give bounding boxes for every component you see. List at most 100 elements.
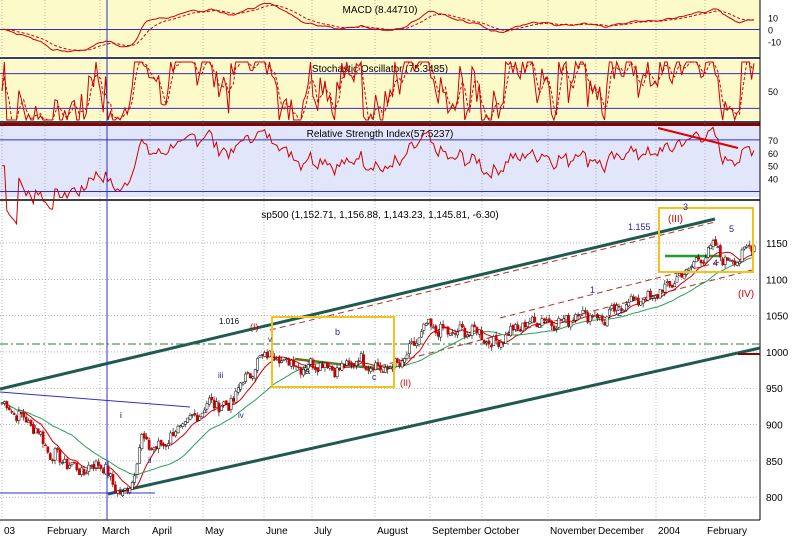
- candle-body: [10, 411, 14, 413]
- wave-label: 5: [729, 224, 734, 234]
- candle-body: [311, 359, 315, 369]
- candle-body: [169, 432, 173, 444]
- candle-body: [109, 473, 112, 477]
- candle-body: [241, 382, 245, 385]
- candle-body: [275, 358, 279, 361]
- candle-body: [77, 468, 81, 475]
- candle-body: [379, 365, 382, 371]
- candle-body: [571, 319, 575, 322]
- candle-body: [668, 280, 672, 287]
- candle-body: [533, 316, 537, 323]
- candle-body: [468, 333, 472, 336]
- candle-body: [596, 314, 599, 319]
- y-tick-label: 1050: [766, 312, 789, 323]
- wave-label: a: [305, 366, 310, 376]
- candle-body: [70, 462, 74, 465]
- candle-body: [547, 318, 551, 322]
- candle-body: [569, 321, 573, 328]
- candle-body: [285, 358, 288, 360]
- wave-label: 1: [590, 285, 595, 295]
- wave-label: iv: [238, 411, 244, 420]
- candle-body: [538, 324, 541, 328]
- candle-body: [65, 459, 69, 470]
- candle-body: [277, 357, 281, 364]
- candle-body: [463, 327, 467, 338]
- candle-body: [280, 360, 284, 363]
- candle-body: [603, 322, 607, 326]
- candle-body: [557, 317, 561, 328]
- candle-body: [673, 283, 676, 287]
- candle-body: [85, 472, 88, 475]
- candle-body: [383, 367, 387, 373]
- candle-body: [584, 310, 587, 313]
- candle-body: [627, 302, 631, 307]
- candle-body: [297, 366, 300, 368]
- candle-body: [53, 448, 57, 461]
- candle-body: [17, 410, 21, 421]
- candle-body: [155, 446, 158, 449]
- candle-body: [183, 421, 187, 425]
- candle-body: [656, 294, 660, 298]
- candle-body: [687, 267, 691, 271]
- candle-body: [289, 359, 293, 367]
- candle-body: [670, 284, 674, 288]
- candle-body: [550, 320, 553, 327]
- x-tick-label: November: [550, 526, 597, 537]
- wave-label: c: [372, 372, 377, 382]
- candle-body: [745, 245, 749, 248]
- candle-body: [224, 400, 228, 405]
- candle-body: [118, 489, 122, 495]
- candle-body: [740, 249, 744, 263]
- candle-body: [121, 491, 124, 497]
- candle-body: [675, 276, 679, 283]
- price-title: sp500 (1,152.71, 1,156.88, 1,143.23, 1,1…: [261, 210, 498, 221]
- candle-body: [355, 360, 358, 366]
- candle-body: [142, 433, 146, 439]
- candle-body: [345, 360, 349, 366]
- candle-body: [335, 367, 339, 377]
- candle-body: [239, 382, 243, 390]
- candle-body: [292, 359, 296, 367]
- rsi-top-bar: [0, 123, 760, 126]
- candle-body: [330, 366, 334, 371]
- rsi-title: Relative Strength Index(57.5237): [307, 129, 454, 140]
- candle-body: [680, 272, 684, 278]
- candle-body: [48, 453, 52, 460]
- candle-body: [133, 475, 137, 483]
- y-tick-label: 1100: [766, 275, 788, 286]
- y-tick-label: 800: [766, 493, 783, 504]
- candle-body: [203, 409, 206, 413]
- candle-body: [682, 274, 686, 279]
- candle-body: [75, 462, 79, 470]
- candle-body: [294, 365, 298, 368]
- stock-chart: MACD (8.44710) Stochastic Oscillator (75…: [0, 0, 802, 537]
- wave-label: 2: [617, 308, 622, 318]
- candle-body: [374, 362, 378, 370]
- candle-body: [179, 425, 182, 428]
- candle-body: [328, 366, 332, 369]
- candle-body: [420, 331, 423, 338]
- candle-body: [176, 425, 180, 434]
- candle-body: [258, 355, 262, 358]
- candle-body: [227, 402, 231, 411]
- candle-body: [386, 366, 390, 370]
- candle-body: [405, 354, 409, 359]
- candle-body: [343, 364, 346, 368]
- x-tick-label: October: [484, 526, 520, 537]
- candle-body: [593, 314, 597, 317]
- candle-body: [97, 461, 100, 466]
- candle-body: [181, 423, 185, 427]
- candle-body: [157, 440, 161, 449]
- candle-body: [574, 314, 578, 321]
- x-tick-label: February: [707, 526, 747, 537]
- x-tick-label: June: [266, 526, 288, 537]
- candle-body: [511, 324, 515, 331]
- candle-body: [89, 465, 93, 467]
- y-tick-label: 1000: [766, 348, 789, 359]
- candle-body: [523, 321, 527, 328]
- candle-body: [94, 460, 98, 469]
- candle-body: [579, 314, 582, 317]
- y-tick-label: 850: [766, 457, 783, 468]
- candle-body: [458, 324, 462, 332]
- candle-body: [427, 318, 431, 324]
